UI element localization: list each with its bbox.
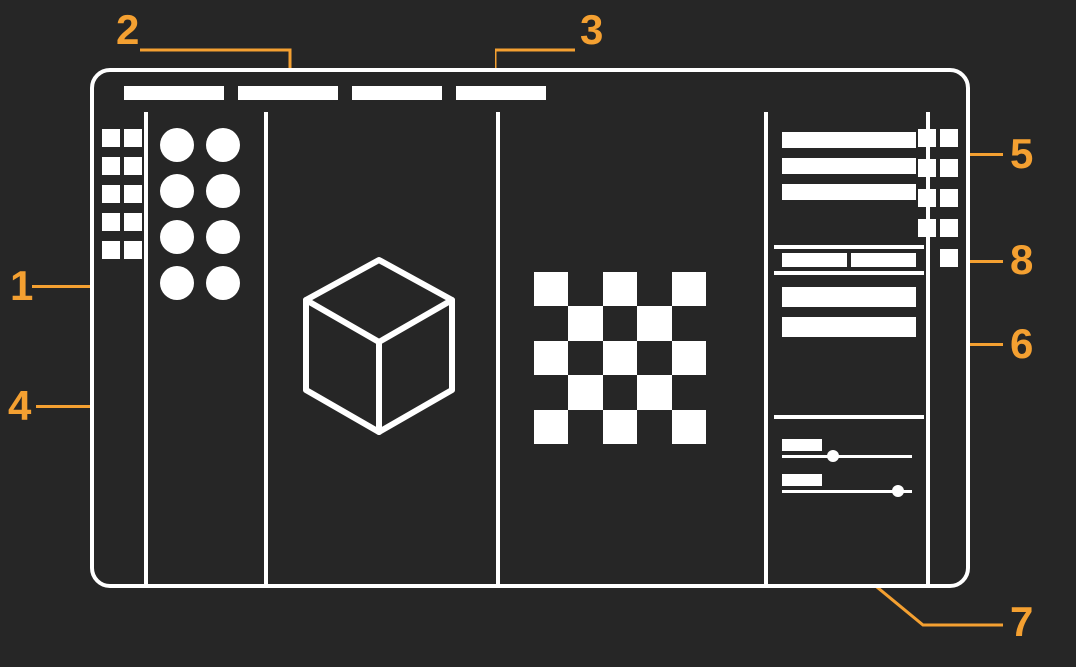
- menu-item[interactable]: [456, 86, 546, 100]
- app-window: [90, 68, 970, 588]
- texture-set-item[interactable]: [782, 132, 916, 148]
- viewport-3d[interactable]: [294, 252, 474, 452]
- toolbar-icon[interactable]: [940, 219, 958, 237]
- panel-tabs: [774, 249, 924, 271]
- toolbar-icon[interactable]: [102, 185, 120, 203]
- callout-number-5: 5: [1010, 130, 1033, 178]
- texture-set-item[interactable]: [782, 158, 916, 174]
- viewport-2d[interactable]: [534, 272, 706, 444]
- toolbar-icon[interactable]: [102, 157, 120, 175]
- left-toolbar: [102, 120, 142, 262]
- toolbar-icon[interactable]: [124, 241, 142, 259]
- toolbar-icon[interactable]: [918, 159, 936, 177]
- toolbar-icon[interactable]: [124, 129, 142, 147]
- toolbar-icon[interactable]: [124, 213, 142, 231]
- toolbar-icon[interactable]: [940, 159, 958, 177]
- toolbar-icon[interactable]: [918, 129, 936, 147]
- slider-label: [782, 474, 822, 486]
- shelf-item[interactable]: [160, 266, 194, 300]
- right-panel-stack: [774, 120, 924, 584]
- viewport-divider[interactable]: [496, 112, 500, 584]
- layer-item[interactable]: [782, 287, 916, 307]
- shelf-item[interactable]: [160, 174, 194, 208]
- property-slider: [782, 439, 916, 458]
- slider-thumb[interactable]: [827, 450, 839, 462]
- property-slider: [782, 474, 916, 493]
- menu-item[interactable]: [124, 86, 224, 100]
- toolbar-icon[interactable]: [124, 185, 142, 203]
- layer-item[interactable]: [782, 317, 916, 337]
- shelf-item[interactable]: [206, 128, 240, 162]
- slider-track[interactable]: [782, 490, 912, 493]
- texture-set-item[interactable]: [782, 184, 916, 200]
- toolbar-icon[interactable]: [102, 241, 120, 259]
- toolbar-icon[interactable]: [102, 129, 120, 147]
- toolbar-icon[interactable]: [918, 219, 936, 237]
- toolbar-icon[interactable]: [940, 249, 958, 267]
- texture-set-list: [774, 120, 924, 245]
- shelf-panel: [154, 122, 274, 306]
- layer-stack: [774, 275, 924, 415]
- shelf-item[interactable]: [206, 174, 240, 208]
- callout-number-1: 1: [10, 262, 33, 310]
- slider-track[interactable]: [782, 455, 912, 458]
- properties-panel: [774, 419, 924, 505]
- shelf-item[interactable]: [206, 220, 240, 254]
- divider: [764, 112, 768, 584]
- toolbar-icon[interactable]: [124, 157, 142, 175]
- toolbar-icon[interactable]: [940, 129, 958, 147]
- panel-tab[interactable]: [782, 253, 847, 267]
- slider-label: [782, 439, 822, 451]
- menu-bar: [124, 86, 546, 100]
- divider: [144, 112, 148, 584]
- panel-tab[interactable]: [851, 253, 916, 267]
- shelf-item[interactable]: [206, 266, 240, 300]
- toolbar-icon[interactable]: [940, 189, 958, 207]
- slider-thumb[interactable]: [892, 485, 904, 497]
- shelf-item[interactable]: [160, 128, 194, 162]
- toolbar-icon[interactable]: [102, 213, 120, 231]
- menu-item[interactable]: [352, 86, 442, 100]
- menu-item[interactable]: [238, 86, 338, 100]
- callout-number-6: 6: [1010, 320, 1033, 368]
- right-toolbar: [918, 120, 958, 270]
- callout-number-8: 8: [1010, 236, 1033, 284]
- callout-number-2: 2: [116, 6, 139, 54]
- toolbar-icon[interactable]: [918, 189, 936, 207]
- shelf-item[interactable]: [160, 220, 194, 254]
- callout-number-4: 4: [8, 382, 31, 430]
